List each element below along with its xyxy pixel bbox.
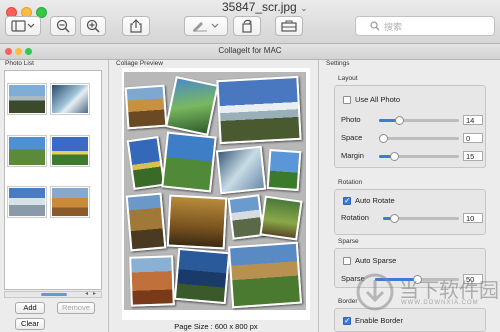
rotation-group: Auto Rotate Rotation 10 <box>334 189 486 235</box>
layout-group: Use All Photo Photo 14 Space 0 Margin 15 <box>334 85 486 168</box>
add-button[interactable]: Add <box>15 302 45 314</box>
collage-photo[interactable] <box>173 247 231 305</box>
use-all-photo-label: Use All Photo <box>355 95 401 104</box>
markup-button[interactable] <box>184 16 228 36</box>
divider <box>108 60 109 332</box>
share-button[interactable] <box>122 16 150 36</box>
collage-photo[interactable] <box>216 75 302 145</box>
preview-label: Collage Preview <box>116 60 163 67</box>
collage-photo[interactable] <box>124 84 168 130</box>
rotate-icon <box>242 19 252 33</box>
window-title: 35847_scr.jpg ⌄ <box>222 0 308 14</box>
rotation-label: Rotation <box>341 213 369 222</box>
rotation-slider[interactable] <box>383 214 459 223</box>
margin-slider[interactable] <box>379 152 459 161</box>
photo-thumbnail[interactable] <box>8 136 46 166</box>
collage-photo[interactable] <box>165 75 219 137</box>
photo-thumbnail[interactable] <box>51 136 89 166</box>
space-field[interactable]: 0 <box>463 133 483 143</box>
search-input[interactable]: 搜索 <box>355 16 495 36</box>
collage-photo[interactable] <box>227 241 303 309</box>
photo-slider[interactable] <box>379 116 459 125</box>
photo-list[interactable] <box>4 70 102 290</box>
collage-photo[interactable] <box>166 194 228 250</box>
page-size-label: Page Size : 600 x 800 px <box>174 322 258 331</box>
border-group-title: Border <box>338 298 358 305</box>
toolbox-button[interactable] <box>275 16 303 36</box>
clear-button[interactable]: Clear <box>15 318 45 330</box>
auto-rotate-checkbox[interactable] <box>343 196 351 205</box>
zoom-out-icon <box>56 19 70 33</box>
divider <box>318 60 319 332</box>
pen-icon <box>193 22 219 32</box>
collage-photo[interactable] <box>266 148 302 192</box>
photo-thumbnail[interactable] <box>51 84 89 114</box>
collage-canvas[interactable] <box>124 72 306 310</box>
margin-label: Margin <box>341 151 364 160</box>
sparse-group: Auto Sparse Sparse 50 <box>334 248 486 288</box>
collage-photo[interactable] <box>126 136 166 190</box>
search-placeholder: 搜索 <box>384 21 403 32</box>
slider-knob[interactable] <box>413 275 422 284</box>
sparse-group-title: Sparse <box>338 238 359 245</box>
photo-thumbnail[interactable] <box>51 187 89 217</box>
slider-knob[interactable] <box>390 152 399 161</box>
scroll-left-icon[interactable]: ◂ <box>85 290 88 297</box>
rotate-button[interactable] <box>233 16 261 36</box>
auto-sparse-checkbox[interactable] <box>343 257 351 265</box>
auto-rotate-label: Auto Rotate <box>355 196 395 205</box>
sparse-field[interactable]: 50 <box>463 274 483 284</box>
border-group: Enable Border <box>334 308 486 332</box>
margin-field[interactable]: 15 <box>463 151 483 161</box>
space-label: Space <box>341 133 363 142</box>
space-slider[interactable] <box>379 134 459 143</box>
app-titlebar: CollageIt for MAC <box>0 44 500 60</box>
photo-thumbnail[interactable] <box>8 187 46 217</box>
enable-border-label: Enable Border <box>355 316 403 325</box>
slider-knob[interactable] <box>379 134 388 143</box>
slider-knob[interactable] <box>390 214 399 223</box>
auto-sparse-label: Auto Sparse <box>355 256 397 265</box>
zoom-in-button[interactable] <box>80 16 106 36</box>
settings-label: Settings <box>326 60 350 67</box>
remove-button[interactable]: Remove <box>57 302 95 314</box>
photo-list-scrollbar[interactable]: ◂ ▸ <box>4 291 102 298</box>
photo-list-label: Photo List <box>5 60 34 67</box>
photo-thumbnail[interactable] <box>8 84 46 114</box>
slider-fill <box>375 278 417 281</box>
sidebar-toggle-button[interactable] <box>5 16 41 36</box>
rotation-field[interactable]: 10 <box>463 213 483 223</box>
zoom-in-icon <box>86 19 100 33</box>
slider-knob[interactable] <box>395 116 404 125</box>
search-icon <box>370 21 380 31</box>
sparse-slider[interactable] <box>375 275 459 284</box>
zoom-out-button[interactable] <box>50 16 76 36</box>
toolbox-icon <box>281 20 297 32</box>
app-title: CollageIt for MAC <box>218 46 282 55</box>
rotation-group-title: Rotation <box>338 179 363 186</box>
scroll-right-icon[interactable]: ▸ <box>93 290 96 297</box>
collage-photo[interactable] <box>259 195 303 241</box>
watermark-subtext: WWW.DOWNXIA.COM <box>401 300 479 306</box>
photo-count-field[interactable]: 14 <box>463 115 483 125</box>
collage-photo[interactable] <box>125 192 167 252</box>
share-icon <box>130 19 142 33</box>
layout-group-title: Layout <box>338 75 358 82</box>
sparse-label: Sparse <box>341 274 365 283</box>
use-all-photo-checkbox[interactable] <box>343 96 351 104</box>
collage-photo[interactable] <box>161 131 217 193</box>
collage-photo[interactable] <box>215 145 267 195</box>
sidebar-icon <box>11 20 35 32</box>
toolbar: 35847_scr.jpg ⌄ 搜索 <box>0 0 500 44</box>
photo-label: Photo <box>341 115 361 124</box>
collage-photo[interactable] <box>129 255 175 307</box>
enable-border-checkbox[interactable] <box>343 316 351 325</box>
scrollbar-thumb[interactable] <box>41 293 67 296</box>
